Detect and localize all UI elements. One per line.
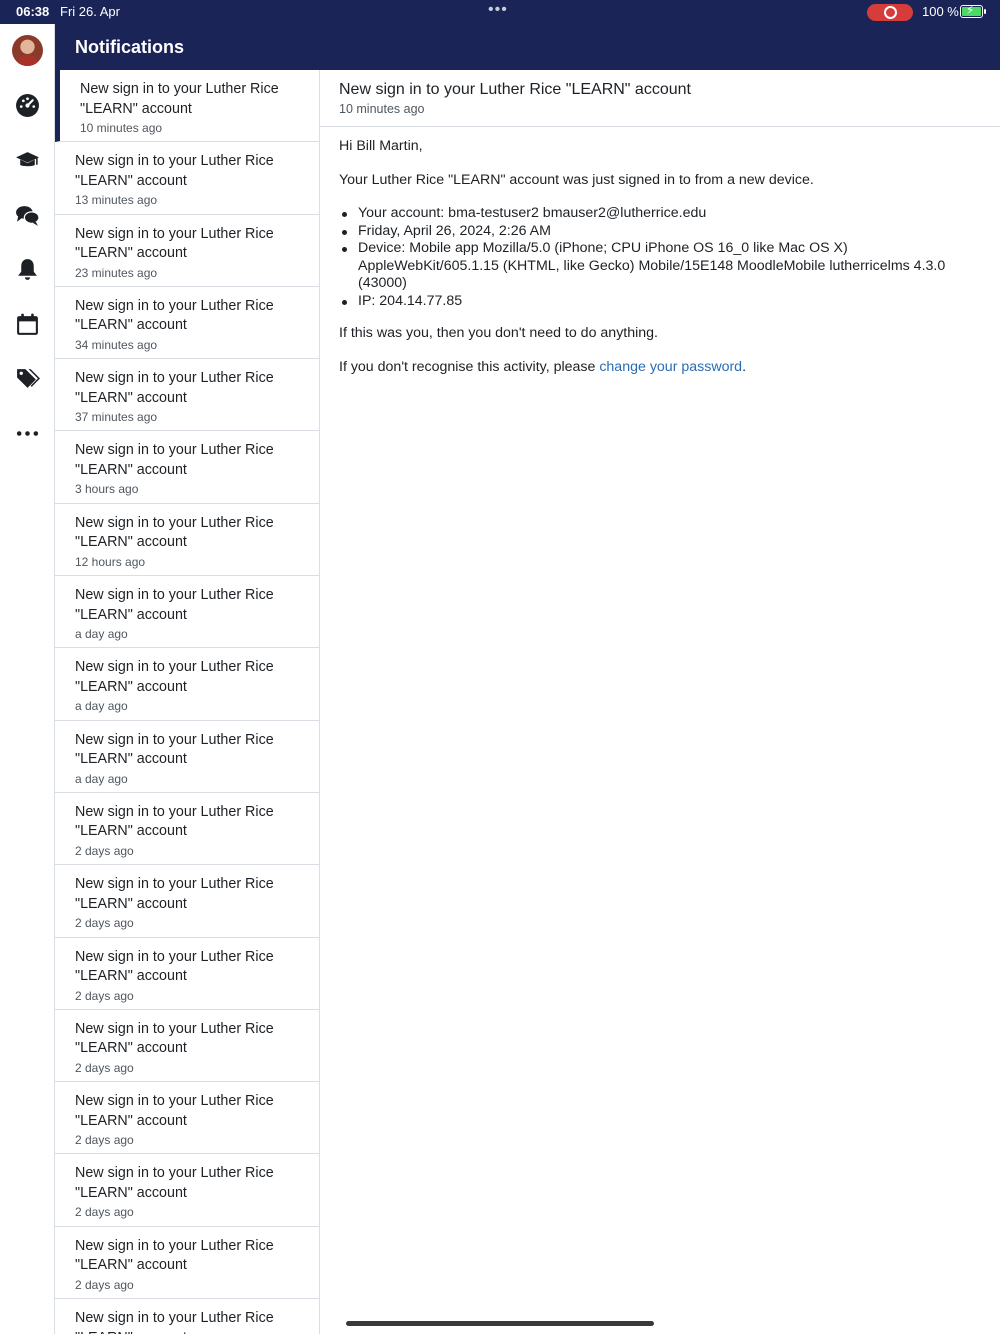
device-bullet: Device: Mobile app Mozilla/5.0 (iPhone; … [339,240,981,293]
battery-percentage: 100 % [922,4,959,19]
notification-time: 3 hours ago [75,482,139,497]
sign-in-details-list: Your account: bma-testuser2 bmauser2@lut… [339,205,981,310]
notification-item[interactable]: New sign in to your Luther Rice "LEARN" … [55,938,319,1010]
recognise-text: If you don't recognise this activity, pl… [339,359,981,377]
notification-title: New sign in to your Luther Rice "LEARN" … [75,587,274,623]
notification-item[interactable]: New sign in to your Luther Rice "LEARN" … [55,648,319,721]
notification-time: 23 minutes ago [75,265,158,280]
greeting-text: Hi Bill Martin, [339,138,423,154]
notification-title: New sign in to your Luther Rice "LEARN" … [75,370,274,406]
app-header: Notifications [55,24,1000,70]
notification-item[interactable]: New sign in to your Luther Rice "LEARN" … [55,504,319,577]
notification-time: a day ago [75,771,128,786]
notification-item[interactable]: New sign in to your Luther Rice "LEARN" … [55,1227,319,1300]
dashboard-icon[interactable] [15,93,40,118]
battery-icon: ⚡ [960,3,986,18]
notification-time: 10 minutes ago [80,121,163,135]
multitasking-dots-icon[interactable]: ••• [488,1,508,19]
notification-title: New sign in to your Luther Rice "LEARN" … [80,81,279,117]
courses-icon[interactable] [15,148,40,173]
home-indicator[interactable] [346,1321,654,1326]
ip-bullet: IP: 204.14.77.85 [339,293,981,311]
notification-title: New sign in to your Luther Rice "LEARN" … [75,442,274,478]
side-navigation [0,24,55,1334]
notification-item[interactable]: New sign in to your Luther Rice "LEARN" … [55,793,319,866]
tags-icon[interactable] [15,366,40,391]
messages-icon[interactable] [15,203,40,228]
notification-time: 13 minutes ago [75,193,158,208]
recognise-prefix: If you don't recognise this activity, pl… [339,358,600,375]
status-date: Fri 26. Apr [60,4,120,19]
notification-time: 2 days ago [75,916,134,931]
notification-title: New sign in to your Luther Rice "LEARN" … [75,1310,274,1334]
notification-title: New sign in to your Luther Rice "LEARN" … [75,1165,274,1201]
notification-time: 2 days ago [75,843,134,858]
notification-title: New sign in to your Luther Rice "LEARN" … [75,153,274,189]
notification-list[interactable]: New sign in to your Luther Rice "LEARN" … [55,70,320,1334]
change-password-link[interactable]: change your password [599,359,742,375]
user-avatar[interactable] [12,35,43,66]
notification-time: 37 minutes ago [75,410,158,425]
notification-time: 2 days ago [75,1133,134,1148]
notification-time: 2 days ago [75,1060,134,1075]
notification-title: New sign in to your Luther Rice "LEARN" … [75,1093,274,1129]
recognise-suffix: . [742,358,747,375]
notification-title: New sign in to your Luther Rice "LEARN" … [75,948,274,985]
intro-text: Your Luther Rice "LEARN" account was jus… [339,171,814,188]
notification-item[interactable]: New sign in to your Luther Rice "LEARN" … [55,576,319,649]
date-bullet: Friday, April 26, 2024, 2:26 AM [339,223,981,241]
detail-title: New sign in to your Luther Rice "LEARN" … [339,81,691,98]
notification-item[interactable]: New sign in to your Luther Rice "LEARN" … [55,1299,319,1334]
notification-detail: New sign in to your Luther Rice "LEARN" … [320,70,1000,1334]
notification-item[interactable]: New sign in to your Luther Rice "LEARN" … [55,431,319,504]
notifications-bell-icon[interactable] [15,257,40,282]
detail-body: Hi Bill Martin, Your Luther Rice "LEARN"… [320,127,1000,376]
notification-title: New sign in to your Luther Rice "LEARN" … [75,1237,274,1274]
notification-title: New sign in to your Luther Rice "LEARN" … [75,225,274,262]
notification-time: 34 minutes ago [75,337,158,352]
account-bullet: Your account: bma-testuser2 bmauser2@lut… [339,205,981,223]
status-time: 06:38 [16,4,50,19]
notification-item[interactable]: New sign in to your Luther Rice "LEARN" … [55,721,319,793]
detail-header: New sign in to your Luther Rice "LEARN" … [320,70,1000,127]
status-bar: 06:38 Fri 26. Apr ••• 100 % ⚡ [0,0,1000,24]
notification-time: 2 days ago [75,1277,134,1292]
notification-title: New sign in to your Luther Rice "LEARN" … [75,1020,274,1057]
notification-item[interactable]: New sign in to your Luther Rice "LEARN" … [55,1154,319,1227]
if-you-text: If this was you, then you don't need to … [339,325,658,341]
notification-item[interactable]: New sign in to your Luther Rice "LEARN" … [55,215,319,287]
page-title: Notifications [75,37,185,57]
notification-item[interactable]: New sign in to your Luther Rice "LEARN" … [55,1010,319,1083]
notification-title: New sign in to your Luther Rice "LEARN" … [75,659,274,695]
notification-item[interactable]: New sign in to your Luther Rice "LEARN" … [55,865,319,938]
notification-time: 12 hours ago [75,554,146,569]
notification-title: New sign in to your Luther Rice "LEARN" … [75,297,274,334]
notification-time: a day ago [75,699,128,714]
notification-time: 2 days ago [75,988,134,1003]
notification-item[interactable]: New sign in to your Luther Rice "LEARN" … [55,1082,319,1155]
notification-title: New sign in to your Luther Rice "LEARN" … [75,514,274,551]
notification-item-selected[interactable]: New sign in to your Luther Rice "LEARN" … [55,70,319,143]
detail-time: 10 minutes ago [339,102,425,116]
notification-title: New sign in to your Luther Rice "LEARN" … [75,731,274,768]
notification-time: a day ago [75,627,128,642]
notification-item[interactable]: New sign in to your Luther Rice "LEARN" … [55,142,319,215]
notification-title: New sign in to your Luther Rice "LEARN" … [75,803,274,840]
screen-recording-icon[interactable] [867,4,913,21]
notification-time: 2 days ago [75,1205,134,1220]
more-icon[interactable] [15,421,40,446]
notification-item[interactable]: New sign in to your Luther Rice "LEARN" … [55,287,319,360]
notification-item[interactable]: New sign in to your Luther Rice "LEARN" … [55,359,319,432]
notification-title: New sign in to your Luther Rice "LEARN" … [75,876,274,912]
calendar-icon[interactable] [15,312,40,337]
